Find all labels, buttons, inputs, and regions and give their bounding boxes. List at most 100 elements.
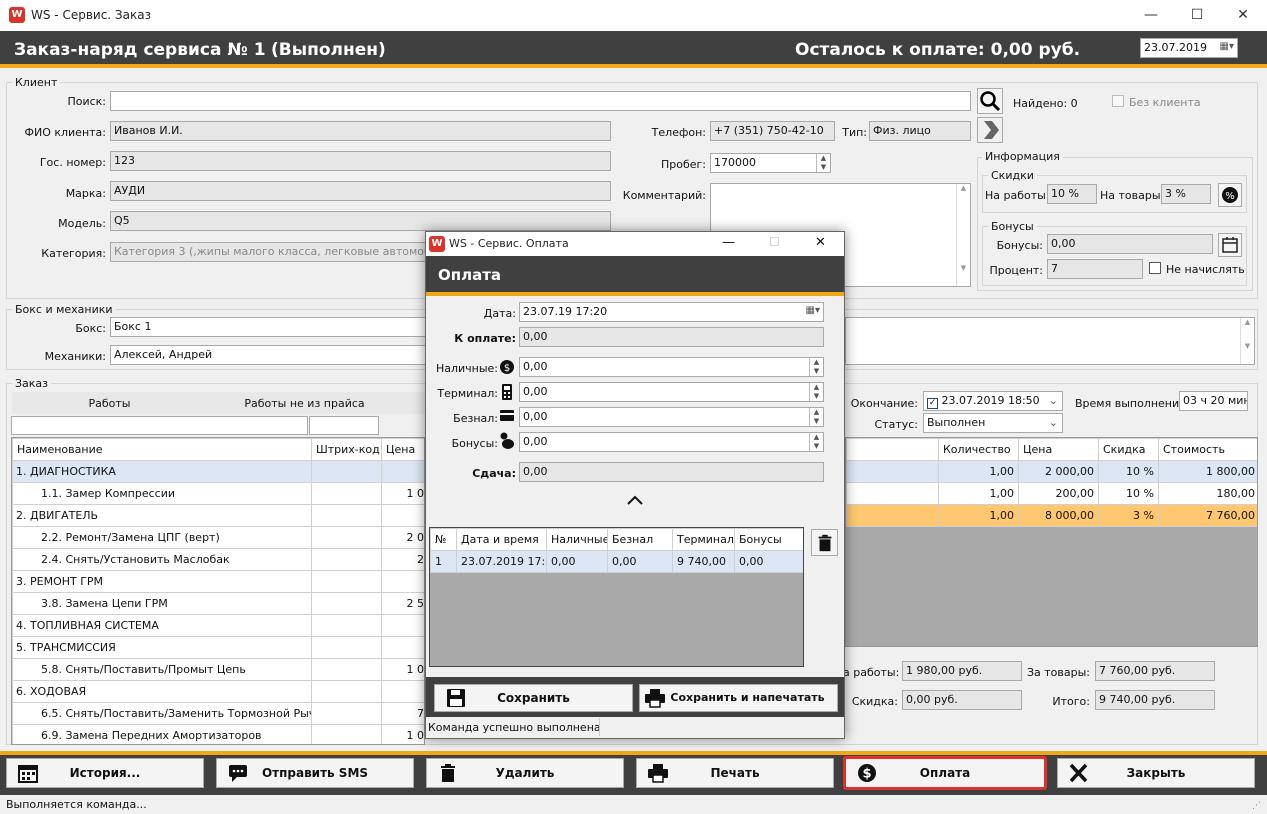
- dialog-maximize-button[interactable]: ☐: [769, 235, 780, 249]
- client-type-field[interactable]: Физ. лицо: [869, 121, 971, 141]
- change-field[interactable]: 0,00: [519, 462, 824, 482]
- order-item-row[interactable]: 1,00 8 000,00 3 % 7 760,00: [846, 504, 1257, 527]
- pay-bonus-spinner[interactable]: ▲ ▼: [809, 433, 823, 451]
- box-notes-field[interactable]: ▲ ▼: [845, 317, 1255, 365]
- minimize-button[interactable]: —: [1128, 0, 1174, 30]
- delete-payment-button[interactable]: [811, 529, 838, 556]
- goods-discount-field[interactable]: 3 %: [1161, 184, 1211, 204]
- mileage-spinner[interactable]: ▲ ▼: [816, 154, 830, 172]
- close-window-button[interactable]: ✕: [1220, 0, 1266, 30]
- terminal-input[interactable]: 0,00 ▲ ▼: [519, 382, 824, 402]
- work-discount-field[interactable]: 10 %: [1047, 184, 1097, 204]
- mileage-input[interactable]: 170000 ▲ ▼: [710, 153, 831, 173]
- tab-custom-works[interactable]: Работы не из прайса: [207, 397, 402, 410]
- works-row[interactable]: 6.5. Снять/Поставить/Заменить Тормозной …: [12, 702, 424, 725]
- print-button[interactable]: Печать: [636, 758, 834, 788]
- works-row[interactable]: 3. РЕМОНТ ГРМ: [12, 570, 424, 593]
- brand-field[interactable]: АУДИ: [110, 181, 611, 201]
- grand-total-field[interactable]: 9 740,00 руб.: [1095, 690, 1215, 710]
- col-barcode[interactable]: Штрих-код: [311, 438, 382, 461]
- works-row[interactable]: 2.2. Ремонт/Замена ЦПГ (верт) 2 000: [12, 526, 424, 549]
- cash-spinner[interactable]: ▲ ▼: [809, 358, 823, 376]
- works-table[interactable]: Наименование Штрих-код Цена 1. ДИАГНОСТИ…: [11, 437, 425, 745]
- total-goods-field[interactable]: 7 760,00 руб.: [1095, 661, 1215, 681]
- col-name[interactable]: Наименование: [12, 438, 312, 461]
- chevron-up-icon[interactable]: [626, 494, 644, 506]
- col-discount[interactable]: Скидка: [1098, 438, 1159, 461]
- order-item-discount-cell: 10 %: [1098, 460, 1159, 483]
- noncash-input[interactable]: 0,00 ▲ ▼: [519, 407, 824, 427]
- maximize-button[interactable]: ☐: [1174, 0, 1220, 30]
- works-row[interactable]: 1. ДИАГНОСТИКА: [12, 460, 424, 483]
- order-item-row[interactable]: 1,00 200,00 10 % 180,00: [846, 482, 1257, 505]
- to-pay-field[interactable]: 0,00: [519, 327, 824, 347]
- col-unit-price[interactable]: Цена: [1018, 438, 1099, 461]
- total-work-field[interactable]: 1 980,00 руб.: [902, 661, 1022, 681]
- send-sms-button[interactable]: Отправить SMS: [216, 758, 414, 788]
- pcol-number[interactable]: №: [430, 528, 457, 551]
- close-button[interactable]: Закрыть: [1057, 758, 1255, 788]
- col-qty[interactable]: Количество: [938, 438, 1019, 461]
- pcol-noncash[interactable]: Безнал: [607, 528, 673, 551]
- works-row[interactable]: 6. ХОДОВАЯ: [12, 680, 424, 703]
- order-items-table[interactable]: Количество Цена Скидка Стоимость 1,00 2 0…: [845, 437, 1258, 647]
- pay-date-picker[interactable]: 23.07.19 17:20 ▦▾: [519, 302, 824, 322]
- order-item-row[interactable]: 1,00 2 000,00 10 % 1 800,00: [846, 460, 1257, 483]
- noncash-spinner[interactable]: ▲ ▼: [809, 408, 823, 426]
- save-print-button[interactable]: Сохранить и напечатать: [639, 684, 838, 712]
- pcol-terminal[interactable]: Терминал: [672, 528, 735, 551]
- pay-bonus-input[interactable]: 0,00 ▲ ▼: [519, 432, 824, 452]
- works-row[interactable]: 3.8. Замена Цепи ГРМ 2 500: [12, 592, 424, 615]
- col-price[interactable]: Цена: [381, 438, 424, 461]
- no-client-checkbox[interactable]: [1112, 95, 1124, 107]
- works-row[interactable]: 2. ДВИГАТЕЛЬ: [12, 504, 424, 527]
- percent-field[interactable]: 7: [1047, 259, 1143, 279]
- bonus-field[interactable]: 0,00: [1047, 234, 1213, 254]
- open-client-button[interactable]: [977, 117, 1003, 143]
- col-cost[interactable]: Стоимость: [1158, 438, 1257, 461]
- works-row[interactable]: 5. ТРАНСМИССИЯ: [12, 636, 424, 659]
- pay-button[interactable]: $ Оплата: [843, 756, 1047, 790]
- box-select[interactable]: Бокс 1: [110, 317, 430, 337]
- works-row[interactable]: 4. ТОПЛИВНАЯ СИСТЕМА: [12, 614, 424, 637]
- works-filter-input[interactable]: [11, 416, 308, 435]
- dialog-close-button[interactable]: ✕: [815, 235, 826, 250]
- no-charge-checkbox[interactable]: [1149, 262, 1161, 274]
- end-date-picker[interactable]: ✓ 23.07.2019 18:50 ⌄: [923, 391, 1063, 411]
- barcode-filter-input[interactable]: [309, 416, 379, 435]
- order-date-picker[interactable]: 23.07.2019 ▦▾: [1140, 38, 1238, 58]
- client-name-field[interactable]: Иванов И.И.: [110, 121, 611, 141]
- end-date-checkbox[interactable]: ✓: [927, 398, 938, 409]
- box-notes-scrollbar[interactable]: ▲ ▼: [1240, 318, 1254, 364]
- pcol-cash[interactable]: Наличные: [546, 528, 608, 551]
- history-button[interactable]: История...: [6, 758, 204, 788]
- delete-button[interactable]: Удалить: [426, 758, 624, 788]
- history-button-label: История...: [69, 766, 141, 780]
- pcol-datetime[interactable]: Дата и время: [456, 528, 547, 551]
- works-row[interactable]: 2.4. Снять/Установить Маслобак 200: [12, 548, 424, 571]
- comment-scrollbar[interactable]: ▲ ▼: [956, 184, 970, 286]
- exec-time-field[interactable]: 03 ч 20 мин: [1179, 391, 1248, 411]
- total-discount-field[interactable]: 0,00 руб.: [902, 690, 1022, 710]
- model-field[interactable]: Q5: [110, 211, 611, 231]
- mechanics-select[interactable]: Алексей, Андрей: [110, 345, 430, 365]
- discount-button[interactable]: %: [1218, 183, 1242, 207]
- resize-grip-icon[interactable]: ⋰: [1252, 801, 1261, 811]
- phone-field[interactable]: +7 (351) 750-42-10: [710, 121, 835, 141]
- payments-table[interactable]: № Дата и время Наличные Безнал Терминал …: [429, 527, 804, 667]
- search-button[interactable]: [977, 88, 1003, 114]
- status-select[interactable]: Выполнен ⌄: [923, 413, 1063, 433]
- bonus-calendar-button[interactable]: [1218, 233, 1242, 257]
- client-search-input[interactable]: [110, 91, 971, 111]
- terminal-spinner[interactable]: ▲ ▼: [809, 383, 823, 401]
- works-row[interactable]: 6.9. Замена Передних Амортизаторов 1 000: [12, 724, 424, 744]
- works-row[interactable]: 1.1. Замер Компрессии 1 000: [12, 482, 424, 505]
- pcol-bonus[interactable]: Бонусы: [734, 528, 803, 551]
- cash-input[interactable]: 0,00 ▲ ▼: [519, 357, 824, 377]
- works-row[interactable]: 5.8. Снять/Поставить/Промыт Цепь 1 000: [12, 658, 424, 681]
- gos-number-field[interactable]: 123: [110, 151, 611, 171]
- tab-works[interactable]: Работы: [12, 397, 207, 410]
- payment-row[interactable]: 1 23.07.2019 17:20 0,00 0,00 9 740,00 0,…: [430, 550, 803, 573]
- dialog-minimize-button[interactable]: —: [722, 235, 735, 250]
- save-button[interactable]: Сохранить: [434, 684, 633, 712]
